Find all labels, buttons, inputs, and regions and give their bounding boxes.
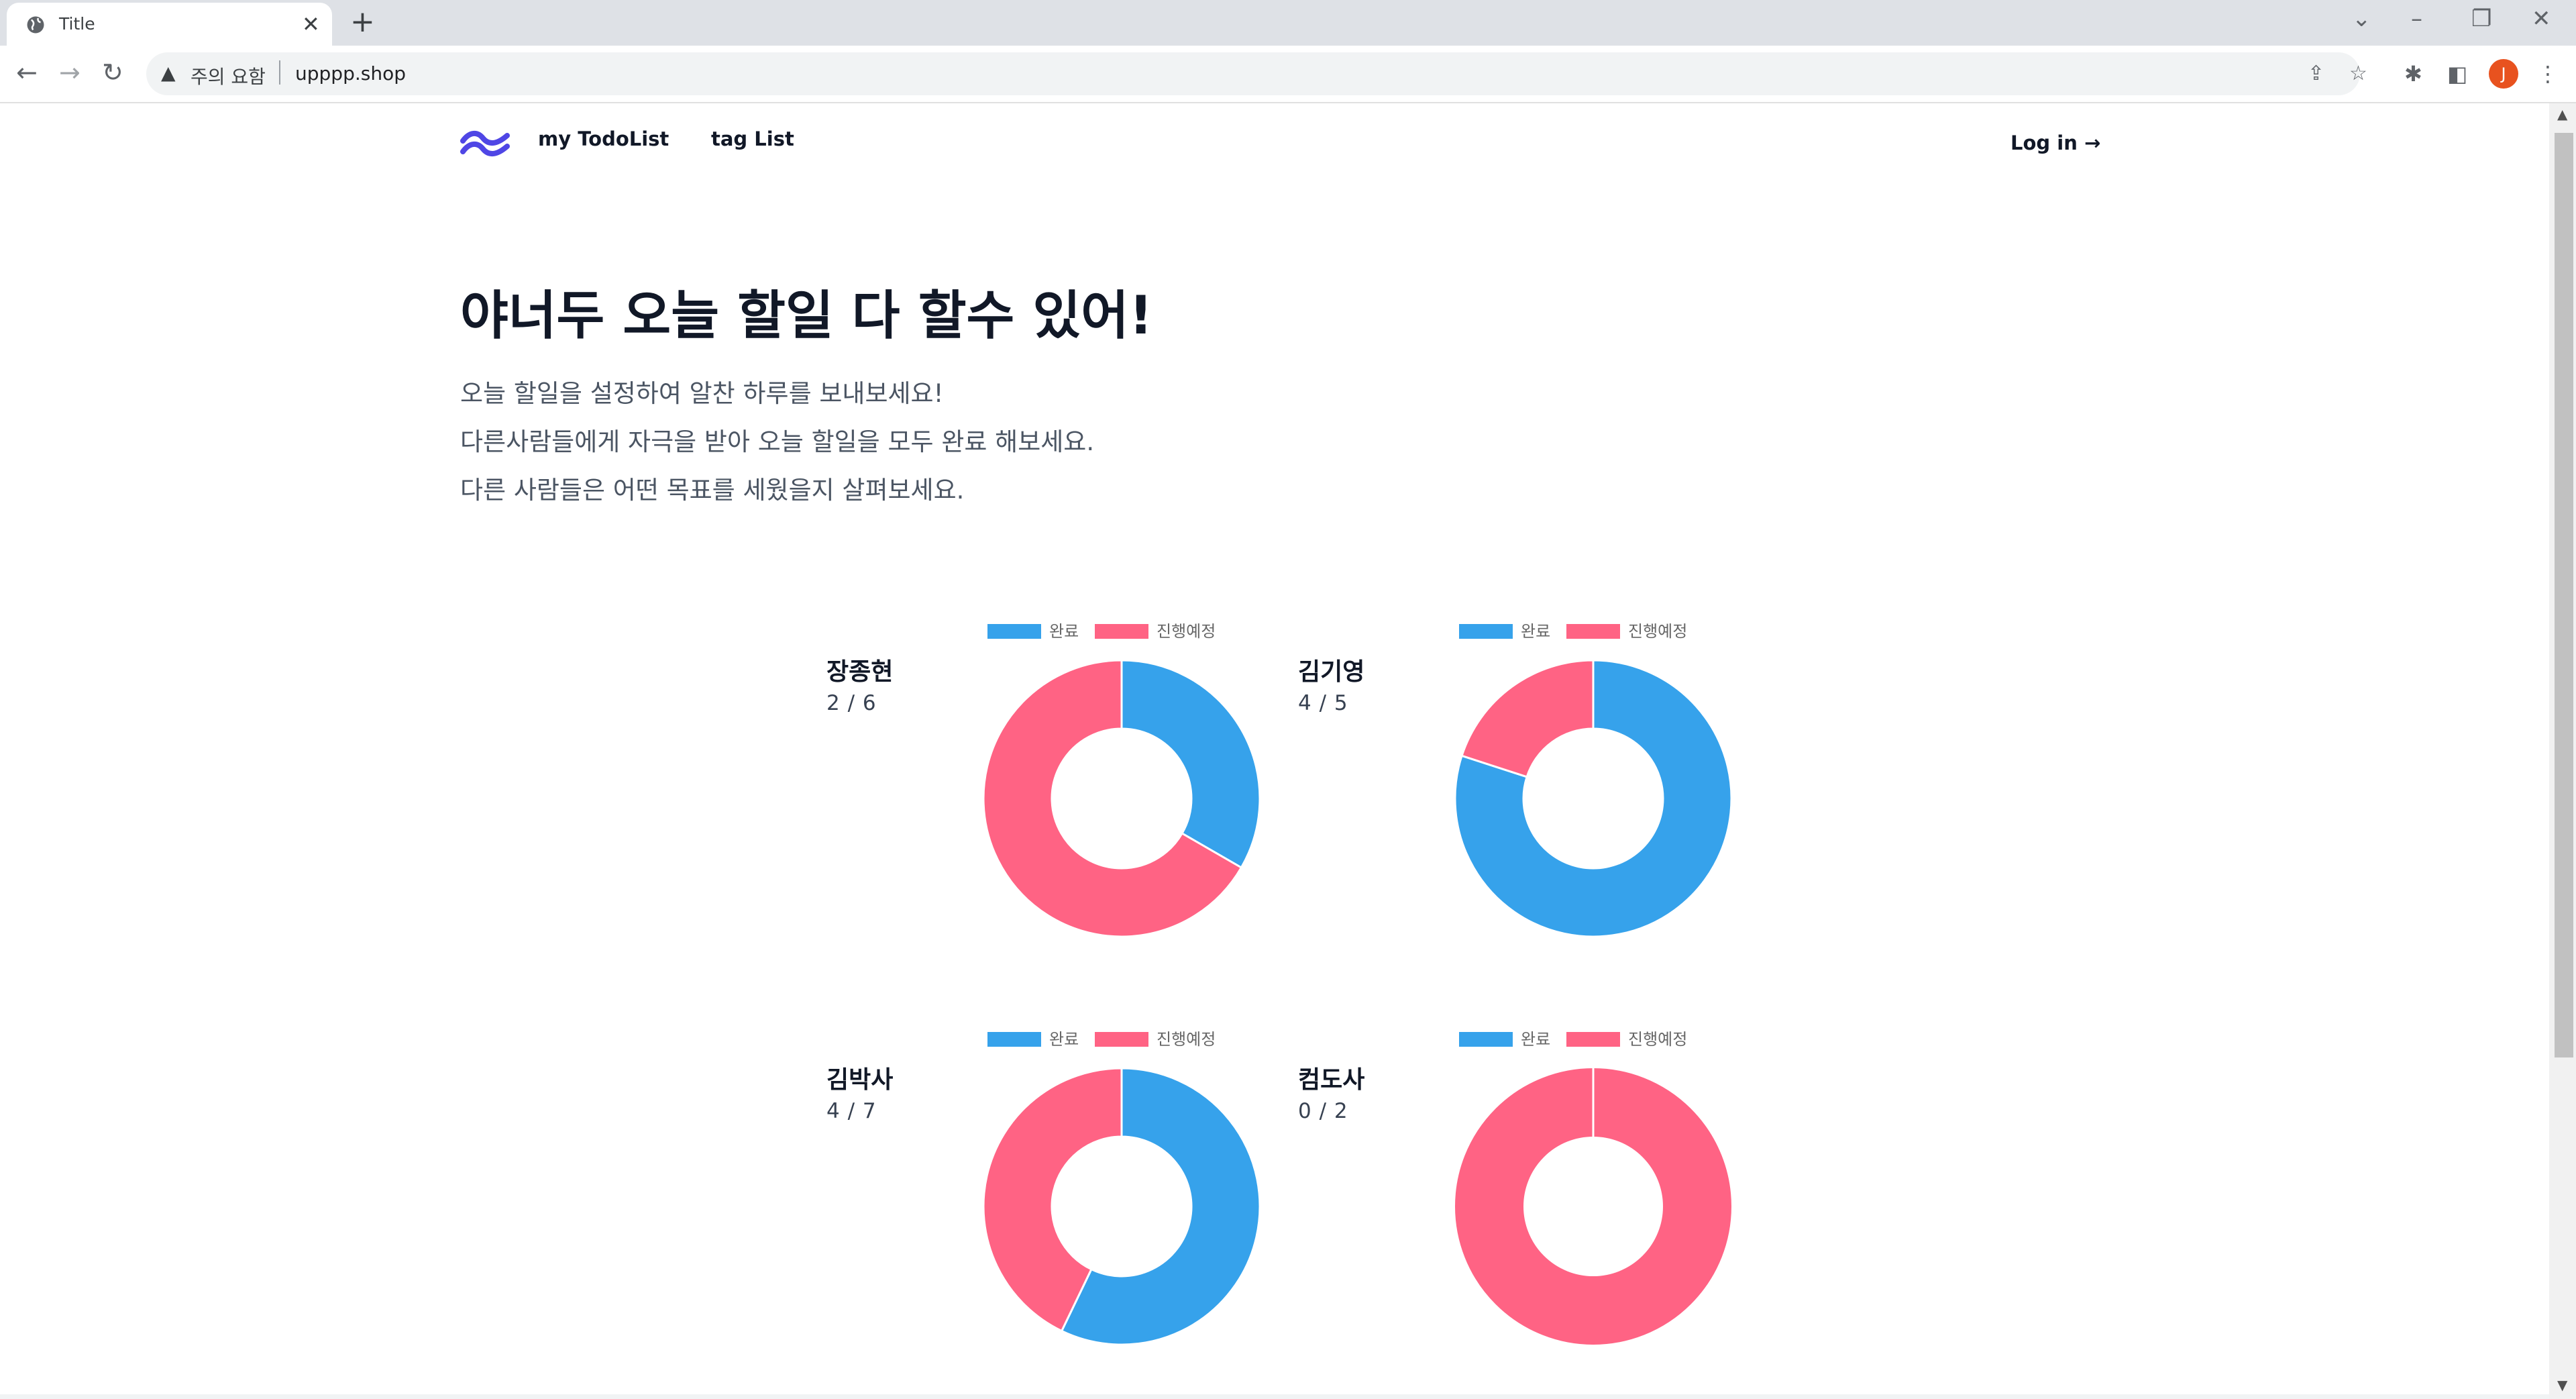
user-chart-card: 컴도사 0 / 2 완료 진행예정 xyxy=(1298,1028,1768,1390)
user-progress: 0 / 2 xyxy=(1298,1099,1348,1123)
tab-search-chevron-icon[interactable]: ⌄ xyxy=(2352,4,2371,34)
window-close-icon[interactable]: ✕ xyxy=(2532,4,2551,34)
donut-chart[interactable]: 완료 진행예정 xyxy=(947,1028,1296,1350)
user-progress: 4 / 5 xyxy=(1298,691,1348,715)
legend-swatch[interactable] xyxy=(1095,624,1148,639)
browser-tab[interactable]: Title ✕ xyxy=(7,3,332,46)
profile-avatar[interactable]: J xyxy=(2489,59,2518,89)
legend-label[interactable]: 완료 xyxy=(1521,622,1550,641)
legend-swatch[interactable] xyxy=(1459,624,1513,639)
legend-label[interactable]: 진행예정 xyxy=(1157,622,1216,641)
legend-label[interactable]: 완료 xyxy=(1521,1030,1550,1049)
scroll-down-icon[interactable]: ▼ xyxy=(2557,1377,2567,1393)
user-chart-card: 김기영 4 / 5 완료 진행예정 xyxy=(1298,620,1768,982)
legend-swatch[interactable] xyxy=(1566,1032,1620,1047)
side-panel-icon[interactable]: ◧ xyxy=(2447,60,2467,87)
share-icon[interactable]: ⇪ xyxy=(2308,62,2324,85)
new-tab-icon[interactable]: + xyxy=(350,6,375,38)
user-chart-card: 김박사 4 / 7 완료 진행예정 xyxy=(826,1028,1296,1390)
address-bar[interactable]: ▲ 주의 요함 upppp.shop ⇪ ☆ xyxy=(146,52,2367,95)
donut-segment[interactable] xyxy=(1120,659,1261,870)
scrollbar-thumb[interactable] xyxy=(2555,133,2573,1057)
user-name: 장종현 xyxy=(826,658,894,686)
page-title: 야너두 오늘 할일 다 할수 있어! xyxy=(460,286,1153,346)
reload-icon[interactable]: ↻ xyxy=(102,58,123,87)
user-progress: 4 / 7 xyxy=(826,1099,877,1123)
address-separator xyxy=(279,60,280,85)
minimize-icon[interactable]: – xyxy=(2411,4,2422,34)
site-logo-icon[interactable] xyxy=(460,127,511,160)
legend-label[interactable]: 진행예정 xyxy=(1628,1030,1687,1049)
user-chart-card: 장종현 2 / 6 완료 진행예정 xyxy=(826,620,1296,982)
legend-swatch[interactable] xyxy=(987,624,1041,639)
tab-title: Title xyxy=(59,14,95,34)
donut-chart[interactable]: 완료 진행예정 xyxy=(1419,620,1768,942)
tab-close-icon[interactable]: ✕ xyxy=(302,11,320,38)
legend-swatch[interactable] xyxy=(987,1032,1041,1047)
legend-swatch[interactable] xyxy=(1459,1032,1513,1047)
scroll-up-icon[interactable]: ▲ xyxy=(2557,106,2567,122)
back-icon[interactable]: ← xyxy=(16,58,38,87)
warning-icon[interactable]: ▲ xyxy=(161,62,176,84)
nav-my-todolist[interactable]: my TodoList xyxy=(538,127,669,150)
extensions-icon[interactable]: ✱ xyxy=(2404,60,2422,87)
user-name: 김기영 xyxy=(1298,658,1365,686)
user-name: 김박사 xyxy=(826,1066,894,1094)
user-name: 컴도사 xyxy=(1298,1066,1365,1094)
globe-icon xyxy=(27,16,44,34)
security-label[interactable]: 주의 요함 xyxy=(191,62,266,89)
legend-label[interactable]: 진행예정 xyxy=(1628,622,1687,641)
browser-toolbar: ← → ↻ ▲ 주의 요함 upppp.shop ⇪ ☆ ✱ ◧ J ⋮ xyxy=(0,46,2576,103)
hero-line-1: 오늘 할일을 설정하여 알찬 하루를 보내보세요! xyxy=(460,379,944,408)
legend-swatch[interactable] xyxy=(1566,624,1620,639)
donut-chart[interactable]: 완료 진행예정 xyxy=(1419,1028,1768,1350)
user-progress: 2 / 6 xyxy=(826,691,877,715)
login-link[interactable]: Log in → xyxy=(2010,132,2100,154)
hero-line-3: 다른 사람들은 어떤 목표를 세웠을지 살펴보세요. xyxy=(460,476,965,505)
legend-label[interactable]: 완료 xyxy=(1049,622,1079,641)
legend-label[interactable]: 진행예정 xyxy=(1157,1030,1216,1049)
legend-label[interactable]: 완료 xyxy=(1049,1030,1079,1049)
nav-tag-list[interactable]: tag List xyxy=(711,127,794,150)
legend-swatch[interactable] xyxy=(1095,1032,1148,1047)
donut-segment[interactable] xyxy=(1460,659,1595,778)
restore-icon[interactable]: ❐ xyxy=(2471,4,2491,34)
bookmark-star-icon[interactable]: ☆ xyxy=(2349,62,2367,85)
browser-tab-strip: Title ✕ + ⌄ – ❐ ✕ xyxy=(0,0,2576,46)
menu-kebab-icon[interactable]: ⋮ xyxy=(2537,60,2559,87)
forward-icon[interactable]: → xyxy=(59,58,80,87)
donut-chart[interactable]: 완료 진행예정 xyxy=(947,620,1296,942)
hero-line-2: 다른사람들에게 자극을 받아 오늘 할일을 모두 완료 해보세요. xyxy=(460,427,1095,456)
page-bottom-edge xyxy=(0,1394,2549,1399)
url-text[interactable]: upppp.shop xyxy=(295,62,406,85)
